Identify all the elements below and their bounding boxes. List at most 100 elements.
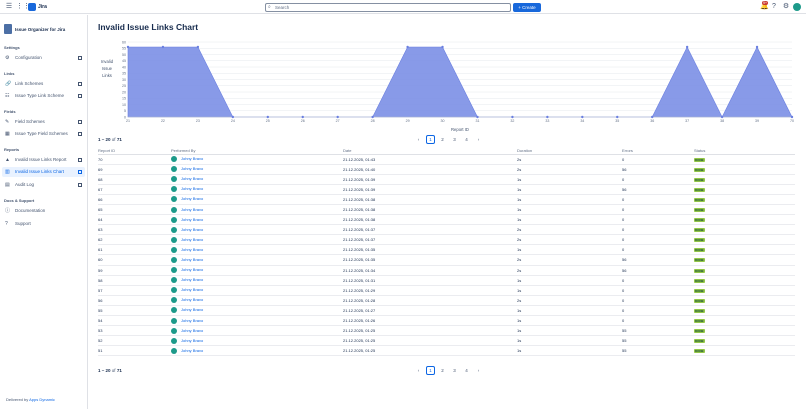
app-name[interactable]: Jira xyxy=(38,3,47,11)
user-link[interactable]: Johny Bravo xyxy=(181,257,203,262)
user-link[interactable]: Johny Bravo xyxy=(181,348,203,353)
duration-cell: 2s xyxy=(517,254,622,266)
sidebar-item-audit-log[interactable]: ▤ Audit Log xyxy=(2,180,85,190)
duration-cell: 2s xyxy=(517,234,622,246)
sidebar-item-support[interactable]: ? Support xyxy=(2,219,85,229)
page-button[interactable]: 2 xyxy=(438,135,447,144)
table-row[interactable]: 63 Johny Bravo 21.12.2025, 01:37 2s 0 DONE xyxy=(98,224,795,236)
sidebar-item-link-schemes[interactable]: 🔗 Link Schemes xyxy=(2,79,85,89)
sidebar-toggle-icon[interactable]: ☰ xyxy=(5,3,13,11)
report-id-cell: 60 xyxy=(98,254,171,266)
sidebar-item-configuration[interactable]: ⚙ Configuration xyxy=(2,53,85,63)
prev-page-button[interactable]: ‹ xyxy=(414,366,423,375)
user-avatar xyxy=(171,267,177,274)
user-avatar xyxy=(171,186,177,193)
table-row[interactable]: 67 Johny Bravo 21.12.2025, 01:39 1s 56 DONE xyxy=(98,184,795,195)
table-row[interactable]: 66 Johny Bravo 21.12.2025, 01:38 1s 0 DONE xyxy=(98,194,795,205)
help-icon[interactable]: ? xyxy=(770,3,778,11)
status-cell: DONE xyxy=(694,234,795,246)
page-button[interactable]: 1 xyxy=(426,135,435,144)
date-cell: 21.12.2025, 01:25 xyxy=(343,345,517,357)
gear-icon: ⚙ xyxy=(5,55,10,61)
user-avatar[interactable] xyxy=(793,3,801,11)
page-button[interactable]: 3 xyxy=(450,366,459,375)
table-row[interactable]: 52 Johny Bravo 21.12.2025, 01:25 1s 55 DONE xyxy=(98,335,795,347)
duration-cell: 1s xyxy=(517,345,622,357)
table-row[interactable]: 65 Johny Bravo 21.12.2025, 01:38 1s 0 DONE xyxy=(98,204,795,216)
table-row[interactable]: 54 Johny Bravo 21.12.2025, 01:26 1s 0 DONE xyxy=(98,315,795,327)
sidebar-item-issue-type-field-schemes[interactable]: ▦ Issue Type Field Schemes xyxy=(2,129,85,139)
user-link[interactable]: Johny Bravo xyxy=(181,156,203,161)
x-tick-label: 38 xyxy=(720,119,724,123)
sidebar-item-field-schemes[interactable]: ✎ Field Schemes xyxy=(2,117,85,127)
x-axis-label: Report ID xyxy=(451,127,469,132)
sidebar-item-invalid-issue-links-chart[interactable]: ▥ Invalid Issue Links Chart xyxy=(2,167,85,177)
table-row[interactable]: 57 Johny Bravo 21.12.2025, 01:29 1s 0 DONE xyxy=(98,285,795,296)
user-link[interactable]: Johny Bravo xyxy=(181,277,203,282)
table-row[interactable]: 64 Johny Bravo 21.12.2025, 01:38 1s 0 DONE xyxy=(98,214,795,226)
user-link[interactable]: Johny Bravo xyxy=(181,267,203,272)
user-link[interactable]: Johny Bravo xyxy=(181,308,203,313)
settings-gear-icon[interactable]: ⚙ xyxy=(782,3,790,11)
table-row[interactable]: 68 Johny Bravo 21.12.2025, 01:39 1s 0 DONE xyxy=(98,174,795,185)
user-link[interactable]: Johny Bravo xyxy=(181,328,203,333)
report-id-cell: 68 xyxy=(98,174,171,185)
errors-cell: 0 xyxy=(622,154,694,165)
performed-by-cell: Johny Bravo xyxy=(171,184,343,195)
apps-dynamic-link[interactable]: Apps Dynamic xyxy=(29,397,55,402)
page-button[interactable]: 4 xyxy=(462,135,471,144)
user-link[interactable]: Johny Bravo xyxy=(181,247,203,252)
table-row[interactable]: 58 Johny Bravo 21.12.2025, 01:31 1s 0 DONE xyxy=(98,275,795,286)
user-avatar xyxy=(171,166,177,173)
jira-logo-icon[interactable] xyxy=(28,3,36,11)
user-link[interactable]: Johny Bravo xyxy=(181,338,203,343)
user-link[interactable]: Johny Bravo xyxy=(181,196,203,201)
table-row[interactable]: 53 Johny Bravo 21.12.2025, 01:25 1s 55 DONE xyxy=(98,325,795,337)
date-cell: 21.12.2025, 01:40 xyxy=(343,164,517,175)
table-row[interactable]: 60 Johny Bravo 21.12.2025, 01:35 2s 56 DONE xyxy=(98,254,795,266)
user-link[interactable]: Johny Bravo xyxy=(181,217,203,222)
table-row[interactable]: 70 Johny Bravo 21.12.2025, 01:43 2s 0 DONE xyxy=(98,154,795,165)
sidebar-item-invalid-issue-links-report[interactable]: ▲ Invalid Issue Links Report xyxy=(2,155,85,165)
status-badge: DONE xyxy=(694,329,705,334)
create-button[interactable]: + Create xyxy=(513,3,541,12)
report-id-cell: 63 xyxy=(98,224,171,236)
sidebar-item-issue-type-link-scheme[interactable]: ☷ Issue Type Link Scheme xyxy=(2,91,85,101)
table-row[interactable]: 59 Johny Bravo 21.12.2025, 01:34 2s 56 DONE xyxy=(98,265,795,276)
user-link[interactable]: Johny Bravo xyxy=(181,207,203,212)
user-avatar xyxy=(171,206,177,213)
date-cell: 21.12.2025, 01:38 xyxy=(343,214,517,226)
page-button[interactable]: 3 xyxy=(450,135,459,144)
status-badge: DONE xyxy=(694,288,705,293)
prev-page-button[interactable]: ‹ xyxy=(414,135,423,144)
user-link[interactable]: Johny Bravo xyxy=(181,227,203,232)
app-logo-icon xyxy=(4,24,12,34)
sidebar-item-documentation[interactable]: ⓘ Documentation xyxy=(2,206,85,216)
errors-cell: 0 xyxy=(622,174,694,185)
table-row[interactable]: 69 Johny Bravo 21.12.2025, 01:40 2s 56 DONE xyxy=(98,164,795,175)
page-button[interactable]: 4 xyxy=(462,366,471,375)
table-row[interactable]: 56 Johny Bravo 21.12.2025, 01:28 2s 0 DONE xyxy=(98,295,795,306)
data-point xyxy=(301,115,304,119)
app-switcher-icon[interactable]: ⋮⋮ xyxy=(16,3,30,11)
user-link[interactable]: Johny Bravo xyxy=(181,186,203,191)
table-row[interactable]: 62 Johny Bravo 21.12.2025, 01:37 2s 0 DONE xyxy=(98,234,795,246)
performed-by-cell: Johny Bravo xyxy=(171,234,343,246)
user-link[interactable]: Johny Bravo xyxy=(181,166,203,171)
data-point xyxy=(651,115,654,119)
user-link[interactable]: Johny Bravo xyxy=(181,176,203,181)
data-point xyxy=(755,45,759,49)
table-row[interactable]: 61 Johny Bravo 21.12.2025, 01:35 1s 0 DONE xyxy=(98,244,795,256)
page-button[interactable]: 2 xyxy=(438,366,447,375)
user-link[interactable]: Johny Bravo xyxy=(181,318,203,323)
user-link[interactable]: Johny Bravo xyxy=(181,237,203,242)
sidebar-item-label: Support xyxy=(15,221,31,226)
next-page-button[interactable]: › xyxy=(474,135,483,144)
table-row[interactable]: 51 Johny Bravo 21.12.2025, 01:25 1s 55 DONE xyxy=(98,345,795,357)
user-link[interactable]: Johny Bravo xyxy=(181,287,203,292)
page-button[interactable]: 1 xyxy=(426,366,435,375)
table-row[interactable]: 55 Johny Bravo 21.12.2025, 01:27 1s 0 DONE xyxy=(98,305,795,317)
next-page-button[interactable]: › xyxy=(474,366,483,375)
search-input[interactable]: ⌕ Search xyxy=(265,3,511,12)
user-link[interactable]: Johny Bravo xyxy=(181,297,203,302)
